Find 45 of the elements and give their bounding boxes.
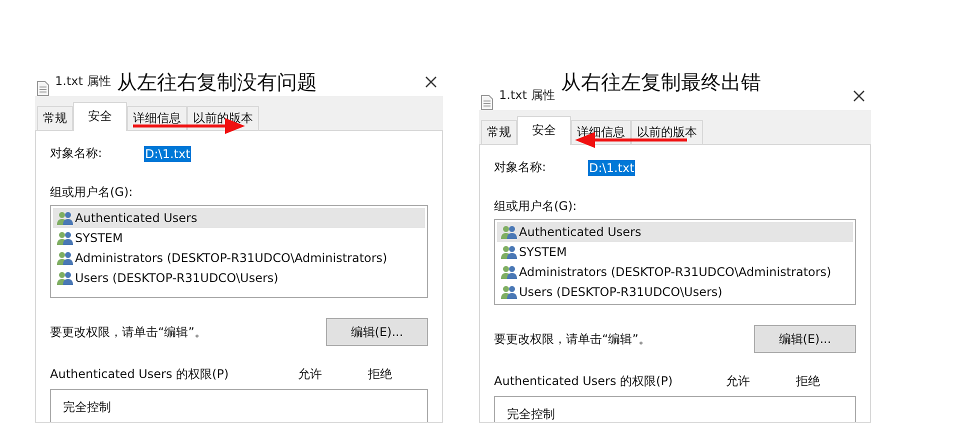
users-icon xyxy=(57,231,73,245)
users-icon xyxy=(501,245,517,259)
object-name-value: D:\1.txt xyxy=(588,160,636,176)
users-icon xyxy=(501,225,517,239)
close-icon xyxy=(425,76,437,88)
user-list-item[interactable]: SYSTEM xyxy=(497,242,853,262)
user-list-item[interactable]: Authenticated Users xyxy=(497,222,853,242)
annotation-caption: 从右往左复制最终出错 xyxy=(560,69,761,96)
permissions-label: Authenticated Users 的权限(P) xyxy=(494,373,674,390)
object-name-value: D:\1.txt xyxy=(144,146,192,162)
groups-label: 组或用户名(G): xyxy=(494,198,578,215)
users-icon xyxy=(57,271,73,285)
user-list-item[interactable]: Authenticated Users xyxy=(53,208,425,228)
window-title: 1.txt 属性 xyxy=(55,73,111,90)
tab[interactable]: 以前的版本 xyxy=(631,120,703,144)
tab[interactable]: 安全 xyxy=(517,116,571,145)
object-name-label: 对象名称: xyxy=(494,159,548,176)
edit-button[interactable]: 编辑(E)... xyxy=(326,318,428,346)
user-list-item[interactable]: SYSTEM xyxy=(53,228,425,248)
permissions-label: Authenticated Users 的权限(P) xyxy=(50,366,230,383)
users-icon xyxy=(501,285,517,299)
allow-header: 允许 xyxy=(298,366,323,383)
permission-name: 完全控制 xyxy=(63,400,111,414)
groups-label: 组或用户名(G): xyxy=(50,184,134,201)
tab[interactable]: 常规 xyxy=(481,120,517,144)
close-icon xyxy=(853,90,865,102)
tab[interactable]: 安全 xyxy=(73,102,127,131)
user-list-item[interactable]: Administrators (DESKTOP-R31UDCO\Administrators) xyxy=(497,262,853,282)
hint-text: 要更改权限，请单击“编辑”。 xyxy=(494,330,650,348)
tab[interactable]: 常规 xyxy=(37,106,73,130)
users-icon xyxy=(501,265,517,279)
user-list-item[interactable]: Administrators (DESKTOP-R31UDCO\Administrators) xyxy=(53,248,425,268)
edit-button[interactable]: 编辑(E)... xyxy=(754,325,856,353)
annotation-caption: 从左往右复制没有问题 xyxy=(116,69,317,96)
user-list-item[interactable]: Users (DESKTOP-R31UDCO\Users) xyxy=(497,282,853,302)
window-title: 1.txt 属性 xyxy=(499,87,555,104)
deny-header: 拒绝 xyxy=(796,373,821,390)
user-list-item[interactable]: Users (DESKTOP-R31UDCO\Users) xyxy=(53,268,425,288)
permission-name: 完全控制 xyxy=(507,407,555,421)
object-name-label: 对象名称: xyxy=(50,145,104,162)
users-icon xyxy=(57,211,73,225)
deny-header: 拒绝 xyxy=(368,366,393,383)
allow-header: 允许 xyxy=(726,373,751,390)
users-icon xyxy=(57,251,73,265)
hint-text: 要更改权限，请单击“编辑”。 xyxy=(50,324,206,340)
